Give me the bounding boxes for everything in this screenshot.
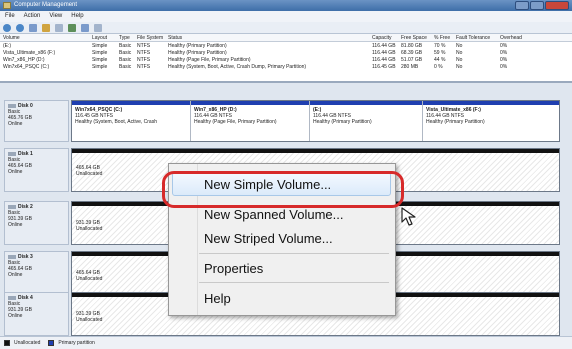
legend-unallocated: Unallocated: [14, 340, 41, 346]
forward-arrow-icon[interactable]: [16, 23, 24, 32]
disk-0[interactable]: Disk 0 Basic 465.76 GB Online Win7x64_PS…: [4, 100, 560, 142]
back-arrow-icon[interactable]: [3, 23, 11, 32]
partition-status: Healthy (Page File, Primary Partition): [194, 119, 277, 125]
properties-icon[interactable]: [55, 23, 63, 32]
help-icon[interactable]: [68, 23, 76, 32]
unallocated-stripe: [72, 149, 559, 153]
disk-icon: [8, 103, 16, 108]
volume-status: Healthy (System, Boot, Active, Crash Dum…: [168, 64, 307, 70]
unallocated-label: Unallocated: [76, 317, 103, 323]
menu-separator: [199, 282, 389, 283]
volume-type: Basic: [119, 64, 132, 70]
disk-state: Online: [8, 121, 23, 127]
partition-e[interactable]: (E:) 116.44 GB NTFS Healthy (Primary Par…: [310, 101, 423, 141]
volume-fs: NTFS: [137, 64, 151, 70]
volume-row[interactable]: Win7_x86_HP (D:) Simple Basic NTFS Healt…: [0, 56, 572, 63]
maximize-button[interactable]: [530, 1, 544, 10]
up-folder-icon[interactable]: [29, 23, 37, 32]
disk-label[interactable]: Disk 3 Basic 465.64 GB Online: [4, 251, 69, 295]
volume-layout: Simple: [92, 64, 108, 70]
disk-partitions: Win7x64_PSQC (C:) 116.45 GB NTFS Healthy…: [71, 100, 560, 142]
disk-label[interactable]: Disk 0 Basic 465.76 GB Online: [4, 100, 69, 142]
volume-row[interactable]: (E:) Simple Basic NTFS Healthy (Primary …: [0, 42, 572, 49]
disk-state: Online: [8, 272, 23, 278]
column-header-overhead[interactable]: Overhead: [500, 35, 522, 41]
partition-c[interactable]: Win7x64_PSQC (C:) 116.45 GB NTFS Healthy…: [72, 101, 191, 141]
menu-file[interactable]: File: [5, 11, 15, 22]
menu-item-properties[interactable]: Properties: [204, 261, 263, 276]
legend: Unallocated Primary partition: [0, 336, 572, 349]
partition-f[interactable]: Vista_Ultimate_x86 (F:) 116.44 GB NTFS H…: [423, 101, 559, 141]
menu-bar: File Action View Help: [0, 11, 572, 22]
disk-icon: [8, 204, 16, 209]
menu-action[interactable]: Action: [24, 11, 41, 22]
primary-partition-stripe: [310, 101, 422, 105]
volume-name: Win7x64_PSQC (C:): [3, 64, 50, 70]
window-title: Computer Management: [14, 2, 78, 8]
column-header-fault-tolerance[interactable]: Fault Tolerance: [456, 35, 490, 41]
column-header-volume[interactable]: Volume: [3, 35, 20, 41]
column-header-percent-free[interactable]: % Free: [434, 35, 450, 41]
disk-label[interactable]: Disk 1 Basic 465.64 GB Online: [4, 148, 69, 192]
computer-management-window: Computer Management File Action View Hel…: [0, 0, 572, 349]
disk-label[interactable]: Disk 2 Basic 931.39 GB Online: [4, 201, 69, 245]
column-header-layout[interactable]: Layout: [92, 35, 107, 41]
menu-item-new-striped-volume[interactable]: New Striped Volume...: [204, 231, 333, 246]
menu-help[interactable]: Help: [71, 11, 83, 22]
disk-state: Online: [8, 169, 23, 175]
unallocated-swatch: [4, 340, 10, 346]
primary-partition-swatch: [48, 340, 55, 346]
volume-row[interactable]: Vista_Ultimate_x86 (F:) Simple Basic NTF…: [0, 49, 572, 56]
close-button[interactable]: [545, 1, 569, 10]
disk-state: Online: [8, 222, 23, 228]
column-header-file-system[interactable]: File System: [137, 35, 163, 41]
disk-view-icon[interactable]: [81, 23, 89, 32]
column-header-capacity[interactable]: Capacity: [372, 35, 391, 41]
disk-state: Online: [8, 313, 23, 319]
volume-list: (E:) Simple Basic NTFS Healthy (Primary …: [0, 42, 572, 83]
partition-status: Healthy (Primary Partition): [313, 119, 372, 125]
volume-free: 280 MB: [401, 64, 419, 70]
toolbar: [0, 22, 572, 34]
volume-capacity: 116.45 GB: [372, 64, 396, 70]
disk-icon: [8, 151, 16, 156]
volume-pct-free: 0 %: [434, 64, 443, 70]
primary-partition-stripe: [72, 101, 190, 105]
minimize-button[interactable]: [515, 1, 529, 10]
mouse-pointer-icon: [401, 207, 416, 226]
partition-status: Healthy (Primary Partition): [426, 119, 485, 125]
menu-item-help[interactable]: Help: [204, 291, 231, 306]
computer-management-icon: [3, 2, 11, 9]
disk-icon: [8, 254, 16, 259]
menu-item-new-spanned-volume[interactable]: New Spanned Volume...: [204, 207, 343, 222]
highlight-ring: [162, 171, 404, 208]
refresh-icon[interactable]: [94, 23, 102, 32]
menu-view[interactable]: View: [49, 11, 62, 22]
volume-row[interactable]: Win7x64_PSQC (C:) Simple Basic NTFS Heal…: [0, 63, 572, 70]
show-hide-tree-icon[interactable]: [42, 23, 50, 32]
column-header-status[interactable]: Status: [168, 35, 182, 41]
title-bar: Computer Management: [0, 0, 572, 11]
primary-partition-stripe: [191, 101, 309, 105]
legend-primary: Primary partition: [58, 340, 95, 346]
volume-list-header: Volume Layout Type File System Status Ca…: [0, 34, 572, 42]
menu-separator: [199, 253, 389, 254]
disk-label[interactable]: Disk 4 Basic 931.39 GB Online: [4, 292, 69, 336]
primary-partition-stripe: [423, 101, 559, 105]
volume-fault: No: [456, 64, 463, 70]
column-header-type[interactable]: Type: [119, 35, 130, 41]
partition-status: Healthy (System, Boot, Active, Crash: [75, 119, 157, 125]
partition-d[interactable]: Win7_x86_HP (D:) 116.44 GB NTFS Healthy …: [191, 101, 310, 141]
disk-icon: [8, 295, 16, 300]
column-header-free-space[interactable]: Free Space: [401, 35, 427, 41]
volume-overhead: 0%: [500, 64, 508, 70]
window-controls: [515, 1, 569, 10]
